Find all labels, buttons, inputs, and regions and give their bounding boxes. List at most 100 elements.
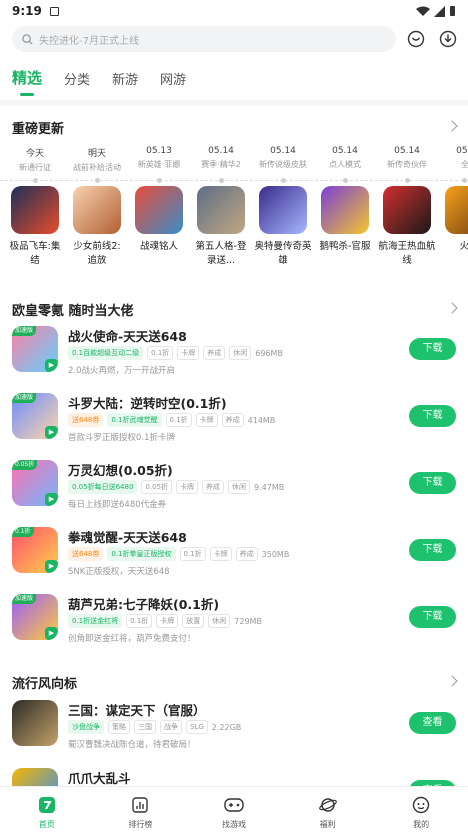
game-icon	[445, 186, 468, 234]
section-title-update: 重磅更新	[12, 122, 65, 137]
list-item[interactable]: 三国：谋定天下（官服） 沙盘战争 策略 三国 战争 SLG 2.22GB 蜀汉曹魏决战陈仓道，…	[0, 700, 468, 760]
profile-icon	[411, 795, 431, 815]
tag: 0.1折送金红将	[68, 614, 123, 628]
list-item[interactable]: 0.05折 ▶ 万灵幻想(0.05折) 0.05折每日送6480 0.05折 卡牌 养成 休闲…	[0, 460, 468, 520]
download-button[interactable]: 下载	[409, 606, 456, 628]
nav-profile[interactable]: 我的	[374, 787, 468, 832]
section-title-lucky: 欧皇零氪 随时当大佬	[12, 304, 134, 319]
play-icon: ▶	[45, 493, 58, 506]
app-icon: 加速版 ▶	[12, 594, 58, 640]
date-item[interactable]: 05.14 新传奇伙伴	[376, 146, 438, 170]
date-item[interactable]: 05.14 点人模式	[314, 146, 376, 170]
nav-ranking[interactable]: 排行榜	[94, 787, 188, 832]
app-title: 爪爪大乱斗	[68, 771, 131, 786]
tab-new-games[interactable]: 新游	[112, 69, 138, 94]
timeline-dot	[343, 178, 348, 183]
tag: 0.1折	[147, 346, 174, 360]
version-badge: 0.1折	[12, 527, 34, 537]
list-item[interactable]: 加速版 ▶ 战火使命-天天送648 0.1百款超级互动二级 0.1折 卡牌 养成 休闲 696M…	[0, 326, 468, 386]
tab-category[interactable]: 分类	[64, 69, 90, 94]
list-item[interactable]: 0.1折 ▶ 拳魂觉醒-天天送648 送648券 0.1折拳皇正版授权 0.1折 卡牌 养成 3…	[0, 527, 468, 587]
list-item[interactable]: 加速版 ▶ 斗罗大陆：逆转时空(0.1折) 送648券 0.1折武魂觉醒 0.1折 卡牌 养成…	[0, 393, 468, 453]
tag: 休闲	[228, 480, 250, 494]
version-badge: 0.05折	[12, 460, 38, 470]
date-item[interactable]: 明天 战前补给活动	[66, 146, 128, 173]
lucky-more-arrow-icon[interactable]	[446, 302, 458, 314]
planet-icon	[318, 795, 338, 815]
app-icon: 0.05折 ▶	[12, 460, 58, 506]
game-icon	[383, 186, 431, 234]
timeline-dot	[462, 178, 467, 183]
game-icon	[321, 186, 369, 234]
download-button[interactable]: 下载	[409, 472, 456, 494]
tag: 休闲	[229, 346, 252, 360]
tag: 养成	[221, 413, 244, 427]
version-badge: 加速版	[12, 594, 37, 604]
game-card[interactable]: 少女前线2: 追放	[66, 186, 128, 268]
download-button[interactable]: 下载	[409, 405, 456, 427]
app-tags: 送648券 0.1折武魂觉醒 0.1折 卡牌 养成 414MB	[68, 413, 275, 427]
tag: 0.1百款超级互动二级	[68, 346, 144, 360]
message-icon	[408, 30, 425, 48]
app-tags: 0.1折送金红将 0.1折 卡牌 放置 休闲 729MB	[68, 614, 262, 628]
timeline-dot	[405, 178, 410, 183]
nav-welfare[interactable]: 福利	[281, 787, 375, 832]
date-item[interactable]: 05.14全新	[438, 146, 468, 170]
update-games-row: 极品飞车:集结 少女前线2: 追放 战魂铭人 第五人格-登录送... 奥特曼传奇…	[0, 186, 468, 286]
game-card[interactable]: 第五人格-登录送...	[190, 186, 252, 268]
app-title: 斗罗大陆：逆转时空(0.1折)	[68, 396, 227, 411]
timeline-dot	[157, 178, 162, 183]
game-icon	[11, 186, 59, 234]
game-card[interactable]: 航海王热血航线	[376, 186, 438, 268]
status-bar: 9:19	[0, 0, 468, 22]
date-item[interactable]: 今天 新通行证	[4, 146, 66, 173]
tag: 沙盘战争	[68, 720, 104, 734]
gamepad-icon	[224, 795, 244, 815]
download-button[interactable]	[436, 27, 460, 51]
status-time: 9:19	[12, 4, 42, 18]
app-size: 350MB	[261, 549, 290, 559]
app-icon	[12, 700, 58, 746]
app-title: 三国：谋定天下（官服）	[68, 703, 206, 718]
battery-icon	[450, 6, 455, 16]
tag: 卡牌	[176, 480, 198, 494]
game-card[interactable]: 奥特曼传奇英雄	[252, 186, 314, 268]
tag: 卡牌	[177, 346, 200, 360]
ranking-icon	[130, 795, 150, 815]
tab-featured[interactable]: 精选	[12, 67, 42, 96]
download-icon	[439, 30, 457, 48]
trend-more-arrow-icon[interactable]	[446, 675, 458, 687]
signal-icon	[434, 5, 445, 17]
nav-home[interactable]: 首页	[0, 787, 94, 832]
app-icon: 加速版 ▶	[12, 393, 58, 439]
app-title: 战火使命-天天送648	[68, 329, 187, 344]
date-item[interactable]: 05.14 赛季·精华2	[190, 146, 252, 170]
play-icon: ▶	[45, 560, 58, 573]
top-tabs: 精选 分类 新游 网游	[12, 66, 208, 96]
message-button[interactable]	[404, 27, 428, 51]
game-card[interactable]: 火影	[438, 186, 468, 254]
section-title-trend: 流行风向标	[12, 677, 78, 692]
app-icon: 0.1折 ▶	[12, 527, 58, 573]
download-button[interactable]: 下载	[409, 539, 456, 561]
date-item[interactable]: 05.14 新传说级皮肤	[252, 146, 314, 170]
notification-icon	[49, 6, 59, 16]
date-item[interactable]: 05.13 新英雄·菲娜	[128, 146, 190, 170]
tag: 卡牌	[156, 614, 179, 628]
download-button[interactable]: 下载	[409, 338, 456, 360]
search-input[interactable]: 失控进化-7月正式上线	[12, 26, 397, 52]
game-card[interactable]: 鹅鸭杀-官服	[314, 186, 376, 254]
game-card[interactable]: 战魂铭人	[128, 186, 190, 254]
tag: 送648券	[68, 547, 104, 561]
app-title: 万灵幻想(0.05折)	[68, 463, 173, 478]
tab-online-games[interactable]: 网游	[160, 69, 186, 94]
view-button[interactable]: 查看	[409, 712, 456, 734]
home-icon	[37, 795, 57, 815]
game-icon	[135, 186, 183, 234]
list-item[interactable]: 加速版 ▶ 葫芦兄弟:七子降妖(0.1折) 0.1折送金红将 0.1折 卡牌 放置 休闲 729…	[0, 594, 468, 654]
game-card[interactable]: 极品飞车:集结	[4, 186, 66, 268]
update-more-arrow-icon[interactable]	[446, 120, 458, 132]
nav-find-games[interactable]: 找游戏	[187, 787, 281, 832]
timeline-dot	[281, 178, 286, 183]
timeline-line	[0, 178, 468, 183]
